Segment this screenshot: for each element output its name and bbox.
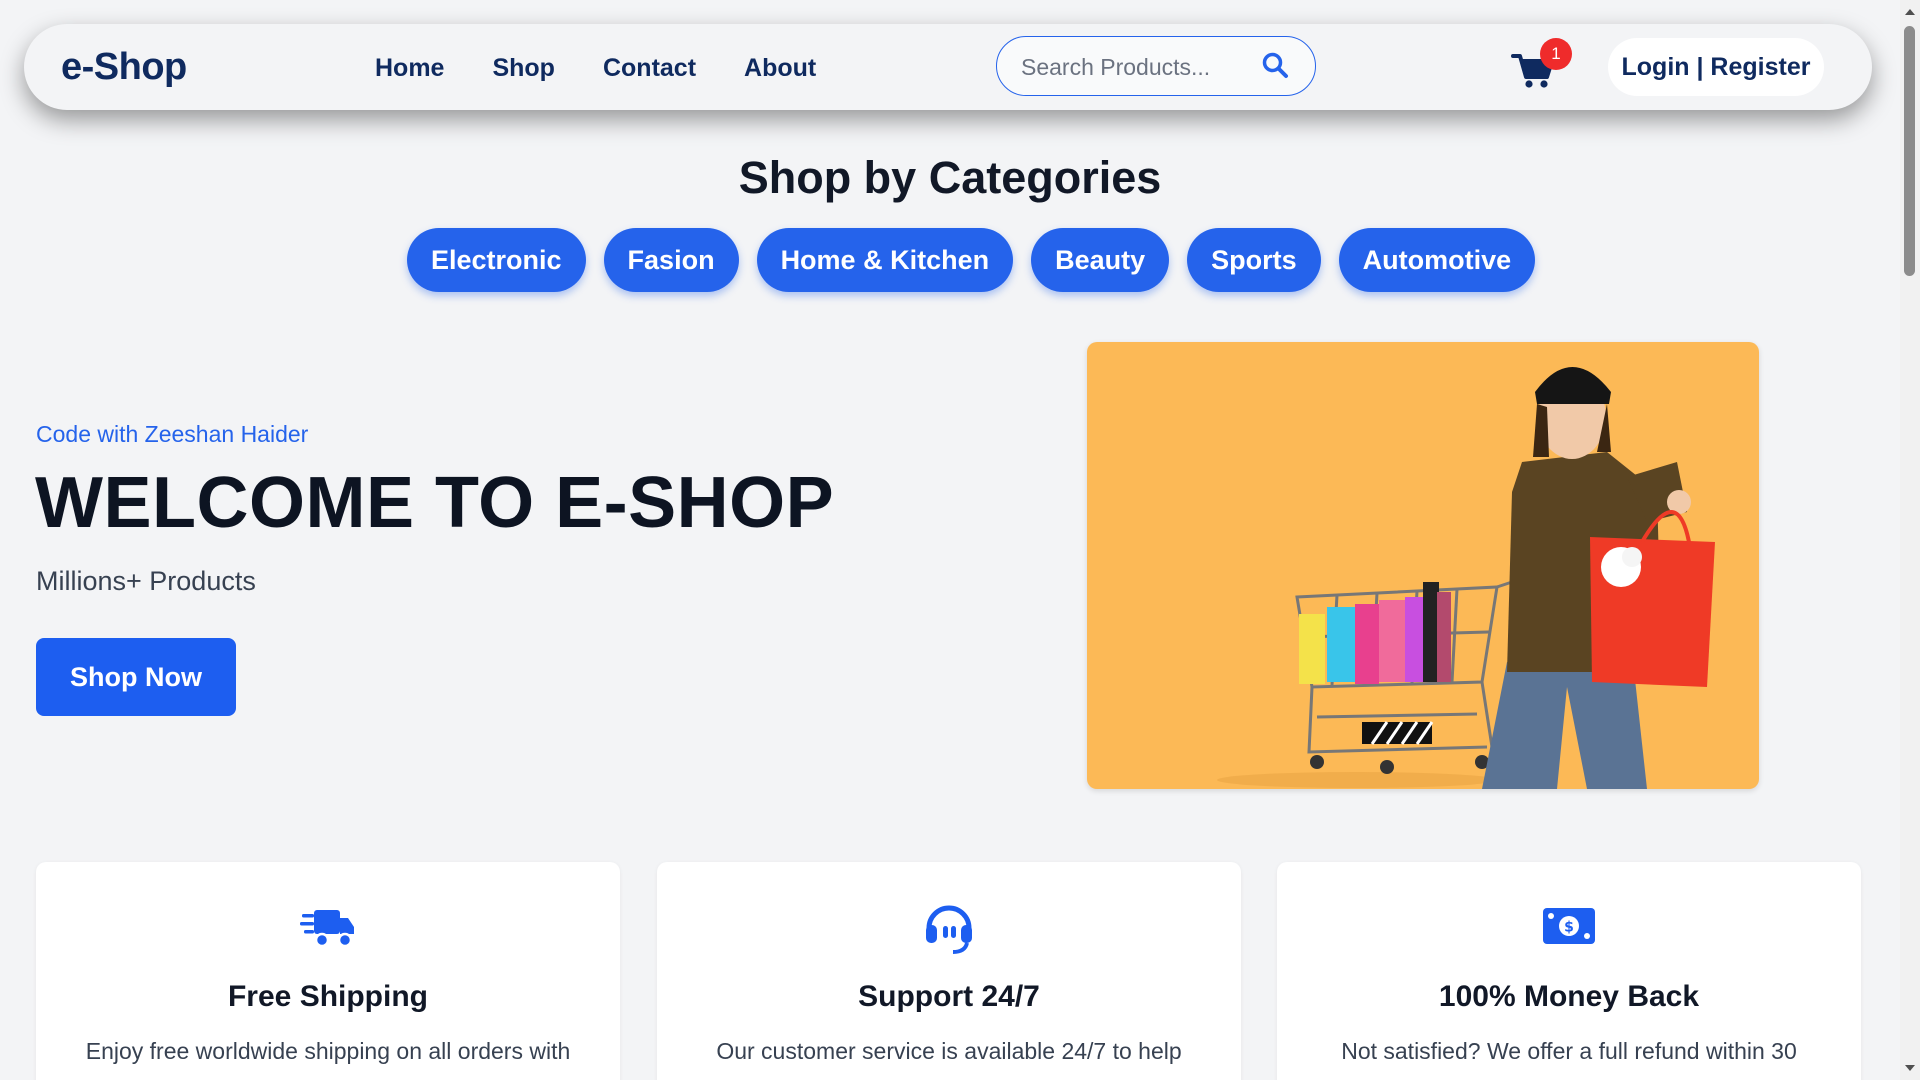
headset-icon (926, 905, 972, 954)
categories-title: Shop by Categories (738, 152, 1162, 203)
feature-text: Enjoy free worldwide shipping on all ord… (85, 1038, 571, 1064)
category-sports[interactable]: Sports (1187, 228, 1321, 292)
shop-now-button[interactable]: Shop Now (36, 638, 236, 716)
page: e-Shop Home Shop Contact About 1 Login |… (0, 0, 1900, 1080)
navbar: e-Shop Home Shop Contact About 1 Login |… (24, 24, 1872, 110)
search-box (996, 36, 1316, 96)
scroll-up-arrow-icon[interactable] (1904, 6, 1916, 18)
feature-card-shipping: Free Shipping Enjoy free worldwide shipp… (36, 862, 620, 1080)
category-electronic[interactable]: Electronic (407, 228, 586, 292)
nav-link-home[interactable]: Home (375, 54, 444, 83)
svg-text:$: $ (1564, 920, 1574, 936)
nav-links: Home Shop Contact About (375, 54, 816, 83)
feature-title: Free Shipping (227, 980, 428, 1013)
hero-description: Millions+ Products (36, 566, 256, 596)
feature-text: Not satisfied? We offer a full refund wi… (1341, 1038, 1797, 1064)
brand-logo[interactable]: e-Shop (61, 46, 187, 89)
scroll-down-arrow-icon[interactable] (1904, 1062, 1916, 1074)
category-automotive[interactable]: Automotive (1338, 228, 1536, 292)
hero-image (1087, 342, 1759, 789)
category-home-kitchen[interactable]: Home & Kitchen (756, 228, 1014, 292)
shopper-with-cart-illustration (1217, 367, 1715, 789)
hero-title: WELCOME TO E-SHOP (35, 463, 835, 543)
login-register-button[interactable]: Login | Register (1608, 38, 1824, 96)
category-beauty[interactable]: Beauty (1031, 228, 1170, 292)
truck-icon (300, 910, 354, 948)
feature-title: 100% Money Back (1438, 980, 1700, 1013)
feature-card-money-back: $ 100% Money Back Not satisfied? We offe… (1277, 862, 1861, 1080)
feature-text: Our customer service is available 24/7 t… (716, 1038, 1182, 1064)
hero-subtitle: Code with Zeeshan Haider (36, 421, 309, 447)
search-icon[interactable] (1261, 51, 1289, 79)
money-icon: $ (1543, 908, 1595, 944)
nav-link-about[interactable]: About (744, 54, 816, 83)
category-fasion[interactable]: Fasion (603, 228, 739, 292)
nav-link-shop[interactable]: Shop (492, 54, 555, 83)
feature-title: Support 24/7 (858, 980, 1040, 1013)
cart-count-badge: 1 (1540, 38, 1572, 70)
category-list: Electronic Fasion Home & Kitchen Beauty … (407, 228, 1536, 292)
nav-link-contact[interactable]: Contact (603, 54, 696, 83)
search-input[interactable] (1019, 49, 1253, 85)
scrollbar-thumb[interactable] (1904, 26, 1915, 276)
feature-card-support: Support 24/7 Our customer service is ava… (657, 862, 1241, 1080)
